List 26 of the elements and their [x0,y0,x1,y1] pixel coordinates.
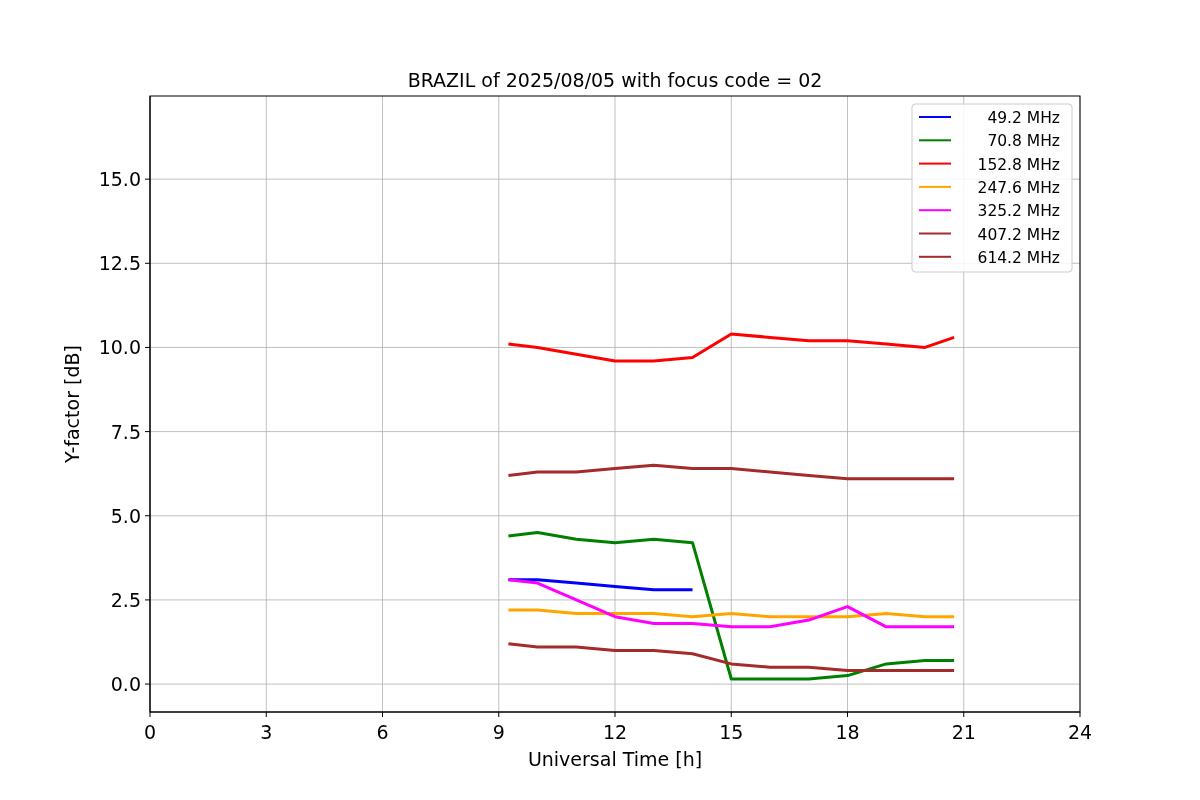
x-tick-label: 6 [376,721,389,743]
legend-label: 152.8 MHz [977,155,1060,174]
legend-label: 247.6 MHz [977,178,1060,197]
x-axis-label: Universal Time [h] [527,748,703,770]
legend-label: 614.2 MHz [977,248,1060,267]
y-tick-label: 0.0 [110,673,141,696]
y-tick-label: 10.0 [98,336,141,359]
chart-title: BRAZIL of 2025/08/05 with focus code = 02 [407,69,823,91]
y-axis-label: Y-factor [dB] [61,345,83,463]
x-tick-label: 24 [1067,721,1093,743]
y-tick-label: 7.5 [110,420,141,443]
y-tick-label: 12.5 [98,252,141,275]
y-tick-label: 15.0 [98,168,141,191]
y-tick-label: 5.0 [110,504,141,527]
x-tick-label: 0 [143,721,157,743]
x-tick-label: 15 [719,721,744,743]
legend-label: 70.8 MHz [987,132,1060,151]
y-tick-label: 2.5 [110,588,141,611]
legend-label: 407.2 MHz [977,225,1060,244]
legend-label: 325.2 MHz [977,202,1060,221]
legend-label: 49.2 MHz [987,109,1060,127]
x-tick-label: 21 [951,721,976,743]
x-tick-label: 12 [602,721,628,743]
x-tick-label: 9 [492,721,505,743]
x-tick-label: 3 [260,721,273,743]
x-tick-label: 18 [835,721,860,743]
